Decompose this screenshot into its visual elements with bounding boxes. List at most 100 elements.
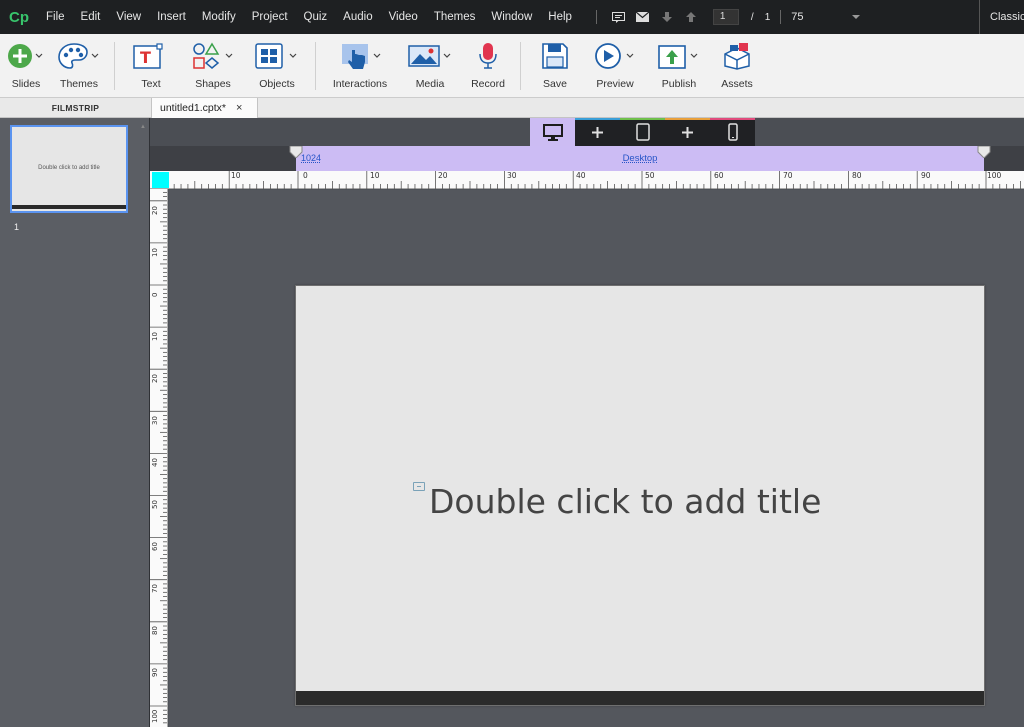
media-button[interactable]: Media	[398, 34, 462, 98]
save-icon	[542, 43, 568, 69]
ruler-label: 60	[151, 542, 159, 551]
slide-number-input[interactable]: 1	[712, 9, 739, 25]
tablet-view-tab[interactable]	[620, 118, 665, 146]
ruler-label: 0	[303, 171, 308, 180]
ruler-label: 10	[231, 171, 241, 180]
slides-label: Slides	[11, 78, 41, 90]
preview-label: Preview	[596, 78, 634, 90]
mobile-view-tab[interactable]	[710, 118, 755, 146]
menu-themes[interactable]: Themes	[426, 11, 484, 23]
vertical-ruler[interactable]: 20 10 0 10 20 30 40 50 60 70 80 90 100	[150, 189, 168, 727]
menu-file[interactable]: File	[38, 11, 73, 23]
text-anchor-icon	[413, 482, 425, 491]
ruler-label: 10	[151, 332, 159, 341]
menu-video[interactable]: Video	[381, 11, 426, 23]
workspace-switcher[interactable]: Classic	[979, 0, 1024, 34]
title-placeholder[interactable]: Double click to add title	[429, 482, 821, 521]
desktop-view-tab[interactable]	[530, 118, 575, 146]
mobile-icon	[727, 123, 738, 141]
desktop-breakpoint-range[interactable]: 1024 Desktop	[296, 146, 984, 171]
menu-window[interactable]: Window	[483, 11, 540, 23]
mail-icon[interactable]	[634, 10, 652, 24]
menu-insert[interactable]: Insert	[149, 11, 194, 23]
text-button[interactable]: T Text	[121, 34, 181, 98]
scroll-up-icon[interactable]: ▲	[140, 124, 146, 130]
menu-modify[interactable]: Modify	[194, 11, 244, 23]
themes-button[interactable]: Themes	[50, 34, 108, 98]
device-bar	[150, 118, 1024, 146]
ruler-label: 50	[645, 171, 655, 180]
slide-thumbnail[interactable]: Double click to add title	[10, 125, 128, 213]
slide-count: / 1	[751, 12, 770, 23]
add-breakpoint-button[interactable]	[575, 118, 620, 146]
shapes-button[interactable]: Shapes	[181, 34, 245, 98]
main-toolbar: Slides Themes T Text Shapes Objects Inte…	[0, 34, 1024, 98]
menu-bar: Cp File Edit View Insert Modify Project …	[0, 0, 1024, 34]
menu-edit[interactable]: Edit	[73, 11, 109, 23]
breakpoint-name[interactable]: Desktop	[296, 153, 984, 164]
desktop-icon	[542, 123, 563, 141]
filmstrip-tab[interactable]: FILMSTRIP	[0, 98, 152, 118]
toolbar-divider	[114, 42, 115, 90]
add-breakpoint-button[interactable]	[665, 118, 710, 146]
menu-help[interactable]: Help	[540, 11, 580, 23]
horizontal-ruler[interactable]: 10 0 10 20 30 40 50 60 70 80 90 100	[150, 171, 1024, 189]
preview-button[interactable]: Preview	[583, 34, 647, 98]
ruler-label: 70	[783, 171, 793, 180]
ruler-origin-marker[interactable]	[152, 172, 169, 188]
breakpoint-stripe	[575, 118, 620, 120]
ruler-label: 30	[151, 416, 159, 425]
ruler-label: 90	[921, 171, 931, 180]
publish-button[interactable]: Publish	[647, 34, 711, 98]
divider	[595, 10, 597, 24]
breakpoint-handle-right[interactable]	[977, 146, 991, 158]
save-label: Save	[543, 78, 567, 90]
slide-separator: /	[750, 11, 754, 23]
publish-label: Publish	[661, 78, 697, 90]
assets-button[interactable]: Assets	[711, 34, 763, 98]
app-logo: Cp	[9, 8, 29, 26]
menu-project[interactable]: Project	[244, 11, 296, 23]
ruler-label: 100	[151, 709, 159, 723]
slide[interactable]: Double click to add title	[295, 285, 985, 706]
interactions-button[interactable]: Interactions	[322, 34, 398, 98]
document-tab[interactable]: untitled1.cptx* ×	[152, 98, 258, 118]
shapes-label: Shapes	[195, 78, 231, 90]
assets-label: Assets	[721, 78, 753, 90]
record-button[interactable]: Record	[462, 34, 514, 98]
slide-number-label: 1	[14, 222, 20, 232]
ruler-label: 20	[151, 206, 159, 215]
filmstrip-panel: Double click to add title 1 ▲	[0, 118, 150, 727]
thumbnail-title: Double click to add title	[38, 165, 100, 171]
slides-button[interactable]: Slides	[2, 34, 50, 98]
comment-icon[interactable]	[610, 10, 628, 24]
play-icon	[595, 43, 634, 69]
microphone-icon	[479, 43, 497, 69]
ruler-label: 10	[370, 171, 380, 180]
menu-quiz[interactable]: Quiz	[296, 11, 336, 23]
close-icon[interactable]: ×	[236, 102, 242, 114]
slide-footer-bar	[296, 691, 984, 705]
arrow-down-icon[interactable]	[658, 10, 676, 24]
objects-label: Objects	[259, 78, 295, 90]
breakpoint-handle-left[interactable]	[289, 146, 303, 158]
document-tab-label: untitled1.cptx*	[160, 102, 226, 114]
menu-audio[interactable]: Audio	[335, 11, 380, 23]
interactions-label: Interactions	[332, 78, 388, 90]
save-button[interactable]: Save	[527, 34, 583, 98]
ruler-label: 60	[714, 171, 724, 180]
menu-view[interactable]: View	[108, 11, 149, 23]
ruler-label: 90	[151, 668, 159, 677]
add-slide-icon	[8, 44, 43, 68]
arrow-up-icon[interactable]	[682, 10, 700, 24]
device-tabs	[530, 118, 755, 146]
objects-button[interactable]: Objects	[245, 34, 309, 98]
ruler-label: 40	[151, 458, 159, 467]
svg-text:T: T	[140, 48, 151, 67]
panel-tabs: FILMSTRIP untitled1.cptx* ×	[0, 98, 1024, 118]
media-label: Media	[415, 78, 445, 90]
text-icon: T	[133, 43, 163, 69]
menu-list: File Edit View Insert Modify Project Qui…	[38, 11, 580, 23]
plus-icon	[592, 126, 603, 138]
zoom-select[interactable]: 75	[791, 11, 860, 23]
